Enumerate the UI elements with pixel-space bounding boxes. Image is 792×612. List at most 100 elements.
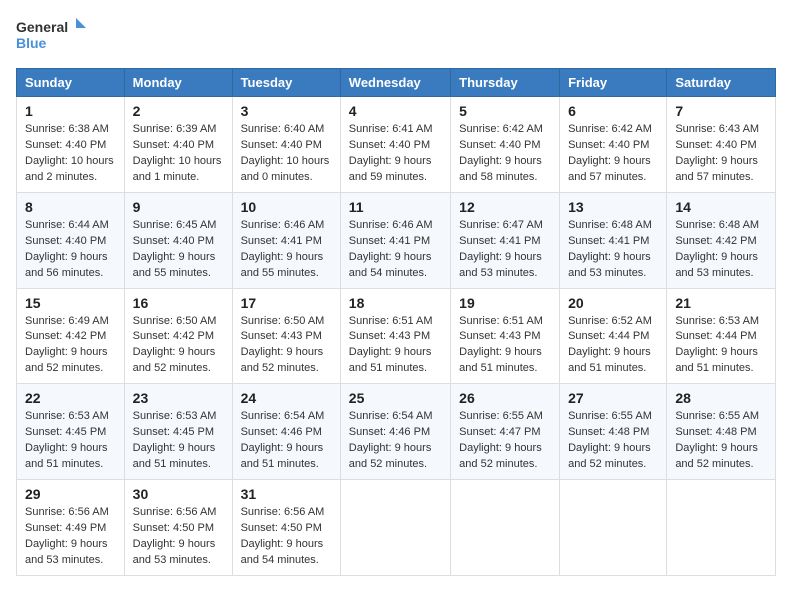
day-number: 8 [25,199,116,215]
sunset-label: Sunset: 4:42 PM [25,330,106,342]
daylight-label: Daylight: 9 hours and 55 minutes. [133,251,216,279]
sunrise-label: Sunrise: 6:43 AM [675,123,759,135]
sunrise-label: Sunrise: 6:46 AM [241,219,325,231]
sunset-label: Sunset: 4:48 PM [568,426,649,438]
daylight-label: Daylight: 9 hours and 51 minutes. [25,442,108,470]
day-header-saturday: Saturday [667,69,776,97]
cell-content: Sunrise: 6:56 AM Sunset: 4:49 PM Dayligh… [25,505,116,569]
sunrise-label: Sunrise: 6:51 AM [459,315,543,327]
sunset-label: Sunset: 4:40 PM [25,235,106,247]
day-number: 22 [25,390,116,406]
calendar-cell: 24 Sunrise: 6:54 AM Sunset: 4:46 PM Dayl… [232,384,340,480]
day-header-sunday: Sunday [17,69,125,97]
sunset-label: Sunset: 4:40 PM [241,139,322,151]
daylight-label: Daylight: 9 hours and 52 minutes. [241,346,324,374]
daylight-label: Daylight: 9 hours and 53 minutes. [568,251,651,279]
calendar-cell: 31 Sunrise: 6:56 AM Sunset: 4:50 PM Dayl… [232,480,340,576]
calendar-cell: 2 Sunrise: 6:39 AM Sunset: 4:40 PM Dayli… [124,97,232,193]
daylight-label: Daylight: 9 hours and 51 minutes. [241,442,324,470]
day-header-monday: Monday [124,69,232,97]
cell-content: Sunrise: 6:53 AM Sunset: 4:45 PM Dayligh… [133,409,224,473]
calendar-cell: 28 Sunrise: 6:55 AM Sunset: 4:48 PM Dayl… [667,384,776,480]
logo: General Blue [16,16,86,56]
cell-content: Sunrise: 6:45 AM Sunset: 4:40 PM Dayligh… [133,218,224,282]
calendar-cell: 4 Sunrise: 6:41 AM Sunset: 4:40 PM Dayli… [340,97,450,193]
day-number: 24 [241,390,332,406]
cell-content: Sunrise: 6:56 AM Sunset: 4:50 PM Dayligh… [133,505,224,569]
sunset-label: Sunset: 4:48 PM [675,426,756,438]
daylight-label: Daylight: 10 hours and 0 minutes. [241,155,330,183]
sunrise-label: Sunrise: 6:38 AM [25,123,109,135]
calendar-cell: 22 Sunrise: 6:53 AM Sunset: 4:45 PM Dayl… [17,384,125,480]
sunset-label: Sunset: 4:40 PM [349,139,430,151]
day-number: 30 [133,486,224,502]
cell-content: Sunrise: 6:48 AM Sunset: 4:42 PM Dayligh… [675,218,767,282]
calendar-cell: 6 Sunrise: 6:42 AM Sunset: 4:40 PM Dayli… [560,97,667,193]
calendar-cell: 1 Sunrise: 6:38 AM Sunset: 4:40 PM Dayli… [17,97,125,193]
calendar-cell: 9 Sunrise: 6:45 AM Sunset: 4:40 PM Dayli… [124,192,232,288]
cell-content: Sunrise: 6:47 AM Sunset: 4:41 PM Dayligh… [459,218,551,282]
day-number: 2 [133,103,224,119]
sunset-label: Sunset: 4:45 PM [25,426,106,438]
day-number: 25 [349,390,442,406]
calendar-cell: 3 Sunrise: 6:40 AM Sunset: 4:40 PM Dayli… [232,97,340,193]
calendar-cell: 7 Sunrise: 6:43 AM Sunset: 4:40 PM Dayli… [667,97,776,193]
sunrise-label: Sunrise: 6:55 AM [459,410,543,422]
sunset-label: Sunset: 4:40 PM [675,139,756,151]
cell-content: Sunrise: 6:56 AM Sunset: 4:50 PM Dayligh… [241,505,332,569]
sunset-label: Sunset: 4:40 PM [133,139,214,151]
day-number: 16 [133,295,224,311]
sunset-label: Sunset: 4:40 PM [25,139,106,151]
sunrise-label: Sunrise: 6:44 AM [25,219,109,231]
sunrise-label: Sunrise: 6:49 AM [25,315,109,327]
sunset-label: Sunset: 4:42 PM [133,330,214,342]
sunrise-label: Sunrise: 6:47 AM [459,219,543,231]
daylight-label: Daylight: 9 hours and 53 minutes. [675,251,758,279]
cell-content: Sunrise: 6:54 AM Sunset: 4:46 PM Dayligh… [241,409,332,473]
daylight-label: Daylight: 10 hours and 2 minutes. [25,155,114,183]
cell-content: Sunrise: 6:51 AM Sunset: 4:43 PM Dayligh… [349,314,442,378]
day-number: 31 [241,486,332,502]
cell-content: Sunrise: 6:54 AM Sunset: 4:46 PM Dayligh… [349,409,442,473]
daylight-label: Daylight: 9 hours and 51 minutes. [568,346,651,374]
daylight-label: Daylight: 9 hours and 52 minutes. [25,346,108,374]
sunset-label: Sunset: 4:43 PM [241,330,322,342]
sunset-label: Sunset: 4:49 PM [25,522,106,534]
cell-content: Sunrise: 6:48 AM Sunset: 4:41 PM Dayligh… [568,218,658,282]
calendar-cell: 16 Sunrise: 6:50 AM Sunset: 4:42 PM Dayl… [124,288,232,384]
sunset-label: Sunset: 4:43 PM [459,330,540,342]
sunset-label: Sunset: 4:40 PM [133,235,214,247]
daylight-label: Daylight: 9 hours and 51 minutes. [675,346,758,374]
calendar-cell: 5 Sunrise: 6:42 AM Sunset: 4:40 PM Dayli… [451,97,560,193]
sunset-label: Sunset: 4:44 PM [675,330,756,342]
daylight-label: Daylight: 9 hours and 57 minutes. [568,155,651,183]
day-number: 9 [133,199,224,215]
calendar-cell [560,480,667,576]
day-header-wednesday: Wednesday [340,69,450,97]
daylight-label: Daylight: 9 hours and 52 minutes. [675,442,758,470]
daylight-label: Daylight: 9 hours and 51 minutes. [349,346,432,374]
sunrise-label: Sunrise: 6:50 AM [241,315,325,327]
cell-content: Sunrise: 6:53 AM Sunset: 4:45 PM Dayligh… [25,409,116,473]
day-header-friday: Friday [560,69,667,97]
day-header-tuesday: Tuesday [232,69,340,97]
calendar-cell [667,480,776,576]
sunset-label: Sunset: 4:50 PM [133,522,214,534]
day-number: 13 [568,199,658,215]
calendar-cell: 14 Sunrise: 6:48 AM Sunset: 4:42 PM Dayl… [667,192,776,288]
daylight-label: Daylight: 9 hours and 55 minutes. [241,251,324,279]
daylight-label: Daylight: 9 hours and 53 minutes. [459,251,542,279]
sunset-label: Sunset: 4:46 PM [241,426,322,438]
page-header: General Blue [16,16,776,56]
daylight-label: Daylight: 9 hours and 52 minutes. [349,442,432,470]
calendar-week-row: 8 Sunrise: 6:44 AM Sunset: 4:40 PM Dayli… [17,192,776,288]
calendar-cell: 12 Sunrise: 6:47 AM Sunset: 4:41 PM Dayl… [451,192,560,288]
sunrise-label: Sunrise: 6:50 AM [133,315,217,327]
sunrise-label: Sunrise: 6:52 AM [568,315,652,327]
day-number: 1 [25,103,116,119]
calendar-cell: 13 Sunrise: 6:48 AM Sunset: 4:41 PM Dayl… [560,192,667,288]
sunset-label: Sunset: 4:44 PM [568,330,649,342]
calendar-week-row: 29 Sunrise: 6:56 AM Sunset: 4:49 PM Dayl… [17,480,776,576]
cell-content: Sunrise: 6:55 AM Sunset: 4:48 PM Dayligh… [568,409,658,473]
sunrise-label: Sunrise: 6:45 AM [133,219,217,231]
